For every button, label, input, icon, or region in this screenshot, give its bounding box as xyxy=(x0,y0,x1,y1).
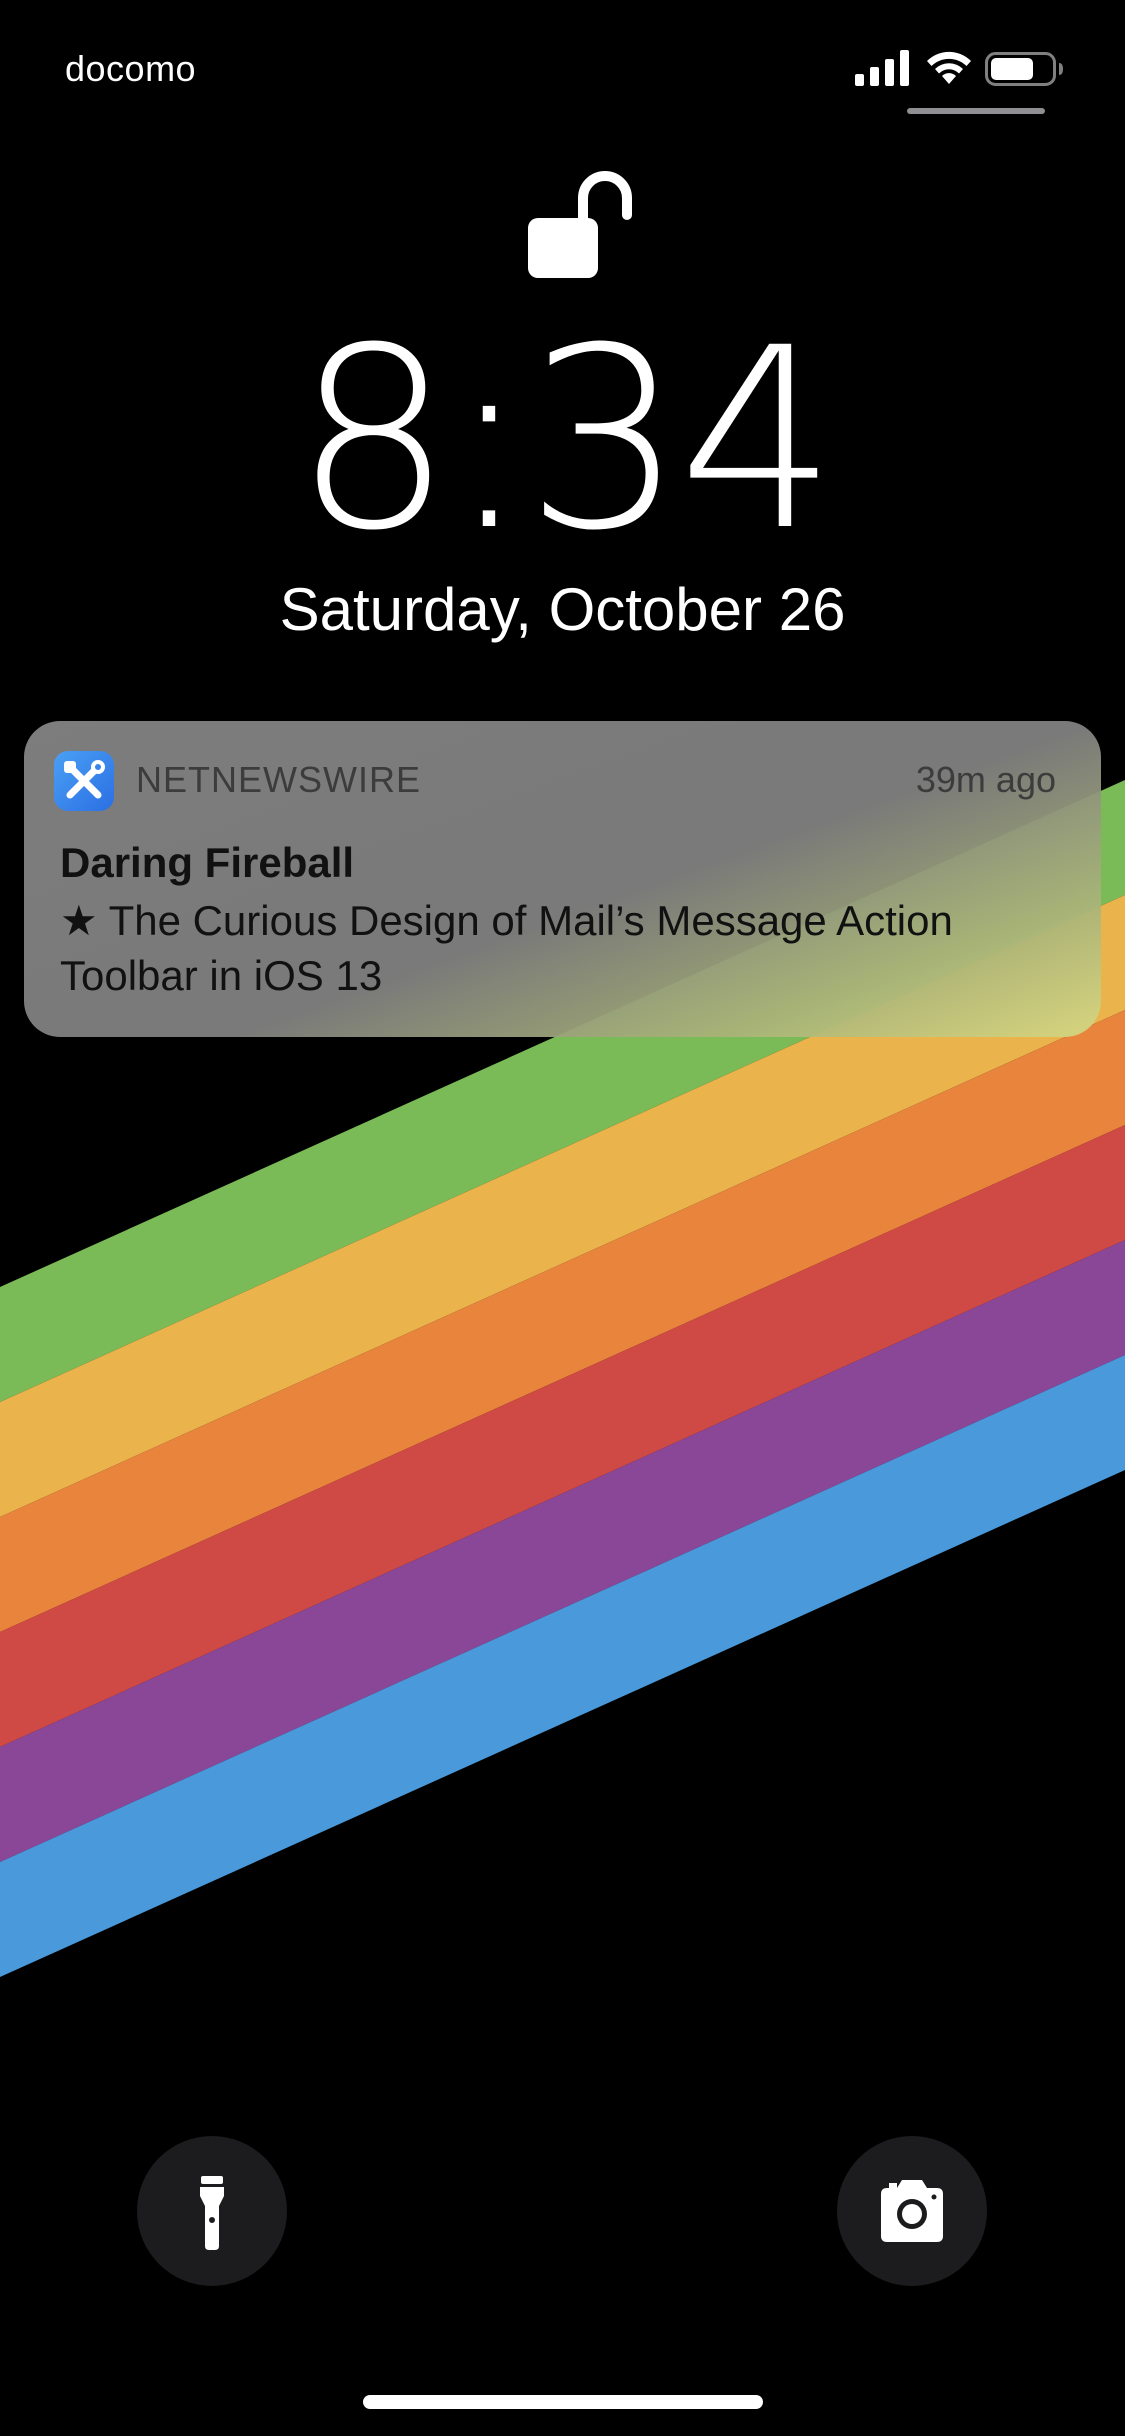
notification-time: 39m ago xyxy=(915,759,1056,800)
control-center-indicator[interactable] xyxy=(907,108,1045,114)
status-icons xyxy=(855,50,1085,90)
cellular-signal-icon xyxy=(855,50,909,86)
carrier-name: docomo xyxy=(65,48,197,89)
notification-app-name: NETNEWSWIRE xyxy=(136,759,421,800)
camera-icon xyxy=(881,2180,943,2242)
notification-title: Daring Fireball xyxy=(60,839,355,886)
wifi-icon xyxy=(927,51,971,84)
flashlight-icon xyxy=(200,2176,224,2250)
flashlight-button[interactable] xyxy=(137,2136,287,2286)
notification-card[interactable]: NETNEWSWIRE 39m ago Daring Fireball ★ Th… xyxy=(24,721,1101,1037)
camera-button[interactable] xyxy=(837,2136,987,2286)
notification-body: ★ The Curious Design of Mail’s Message A… xyxy=(60,897,953,999)
netnewswire-app-icon xyxy=(54,751,114,811)
unlocked-padlock-icon xyxy=(528,171,632,278)
lock-screen-date: Saturday, October 26 xyxy=(279,576,846,643)
battery-icon xyxy=(985,52,1063,86)
status-bar: docomo xyxy=(0,0,1125,140)
home-indicator[interactable] xyxy=(363,2395,763,2409)
lock-screen-time: 8:34 xyxy=(293,294,837,585)
